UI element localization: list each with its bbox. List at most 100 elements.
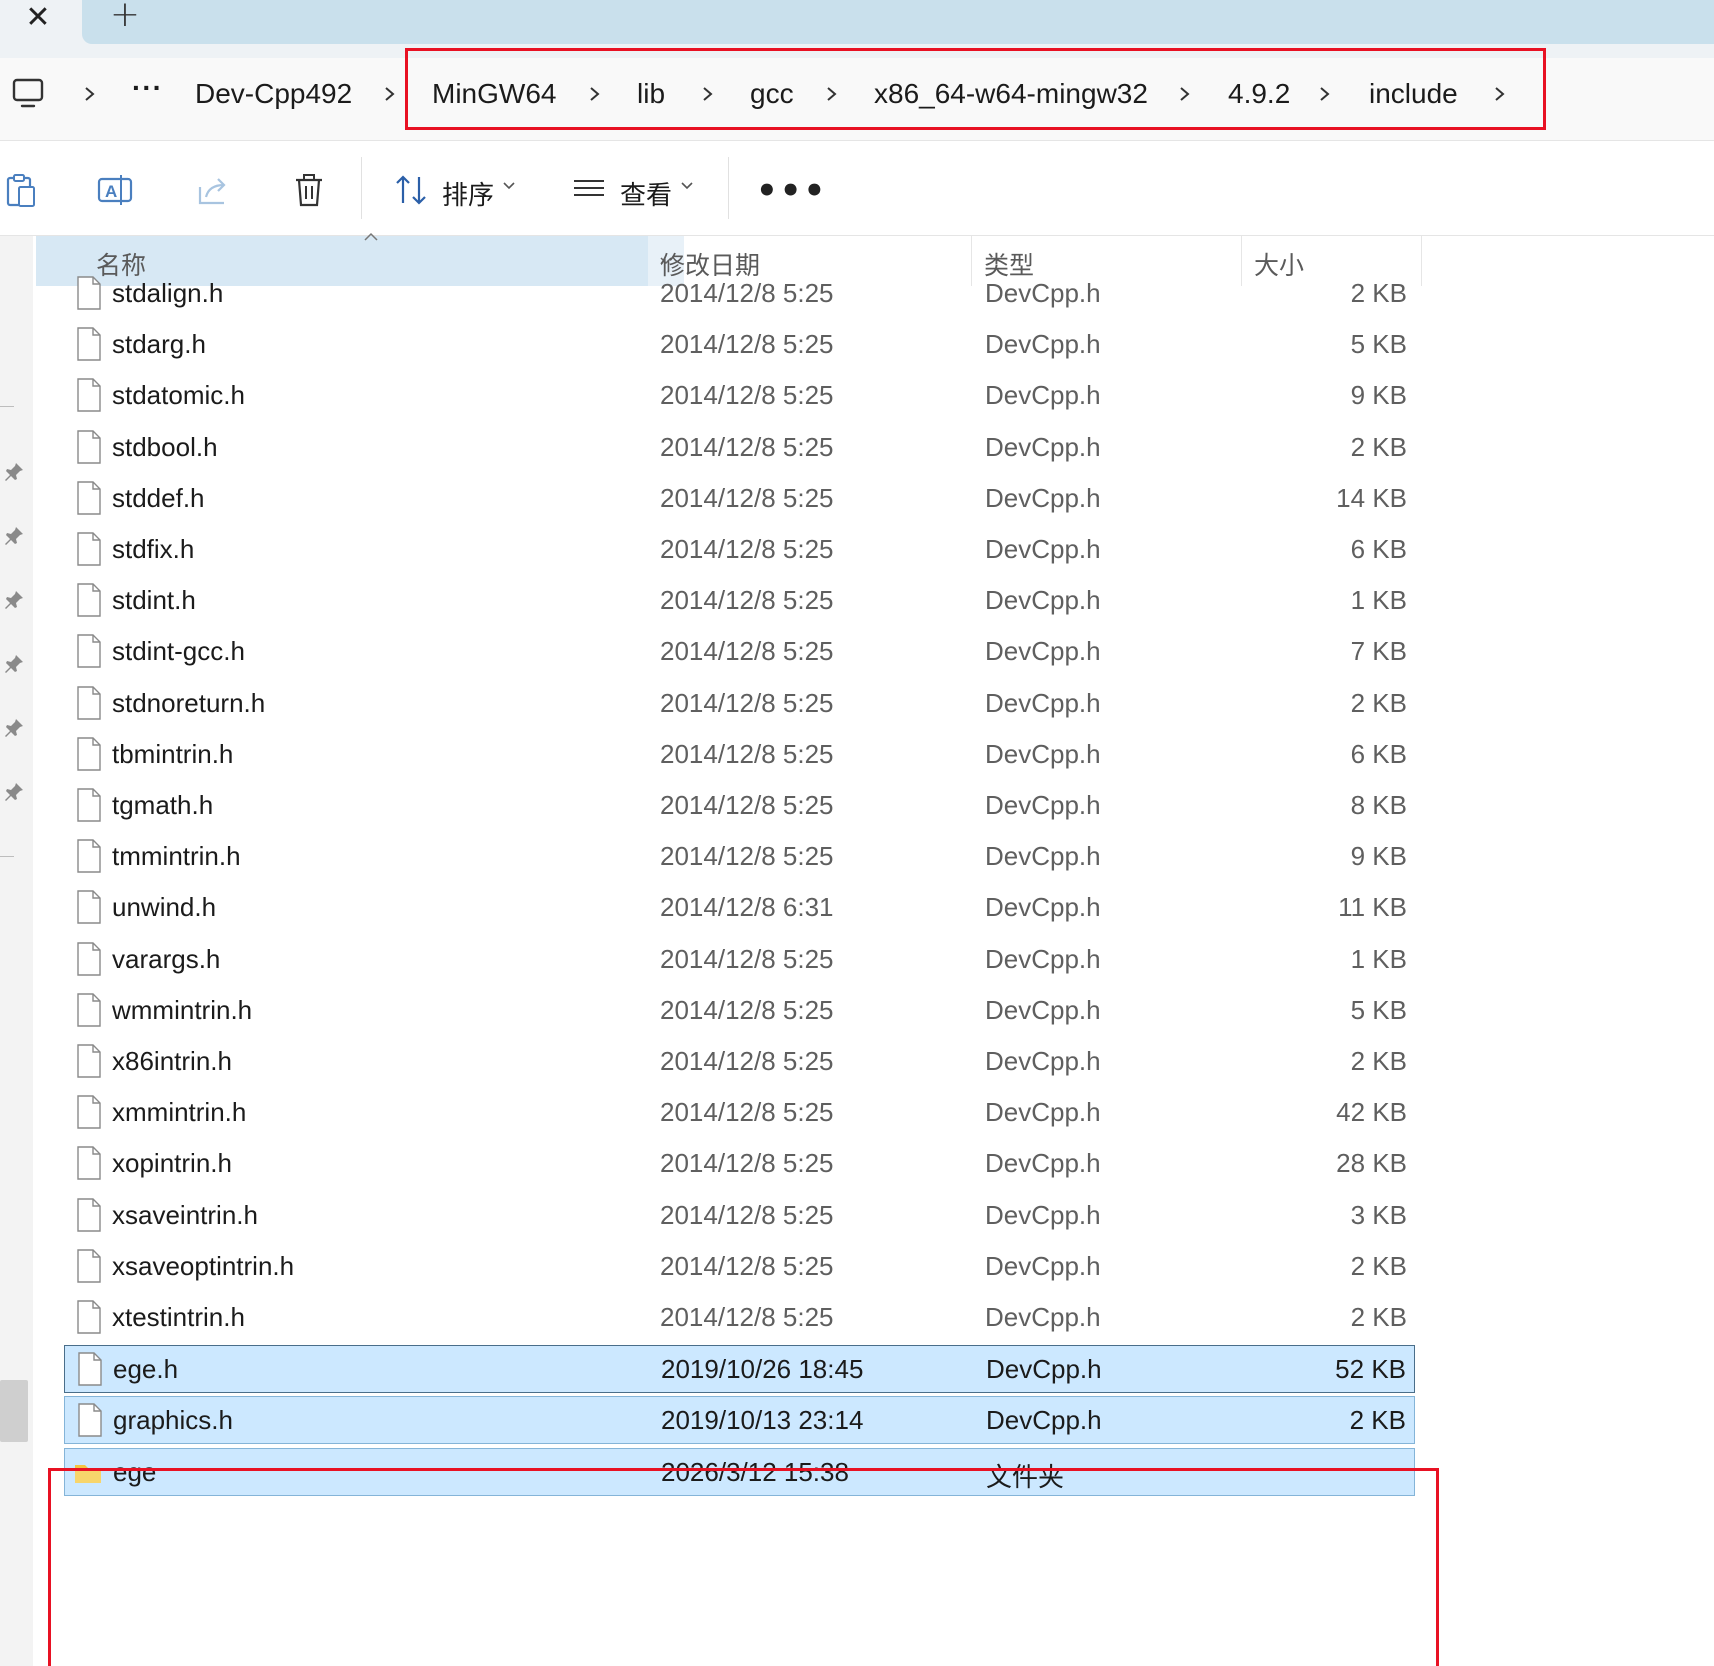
- file-row[interactable]: unwind.h 2014/12/8 6:31 DevCpp.h 11 KB: [64, 884, 1415, 932]
- paste-icon[interactable]: [2, 171, 40, 209]
- delete-icon[interactable]: [290, 171, 328, 209]
- navigation-pane[interactable]: [0, 236, 33, 1666]
- file-row[interactable]: stdarg.h 2014/12/8 5:25 DevCpp.h 5 KB: [64, 321, 1415, 369]
- file-row[interactable]: varargs.h 2014/12/8 5:25 DevCpp.h 1 KB: [64, 936, 1415, 984]
- file-row[interactable]: xsaveintrin.h 2014/12/8 5:25 DevCpp.h 3 …: [64, 1192, 1415, 1240]
- rename-icon[interactable]: A: [96, 171, 134, 209]
- file-row[interactable]: tbmintrin.h 2014/12/8 5:25 DevCpp.h 6 KB: [64, 731, 1415, 779]
- file-name: unwind.h: [112, 892, 217, 922]
- file-row[interactable]: x86intrin.h 2014/12/8 5:25 DevCpp.h 2 KB: [64, 1038, 1415, 1086]
- file-row[interactable]: stdint.h 2014/12/8 5:25 DevCpp.h 1 KB: [64, 577, 1415, 625]
- file-icon: [77, 481, 101, 515]
- file-row[interactable]: xsaveoptintrin.h 2014/12/8 5:25 DevCpp.h…: [64, 1243, 1415, 1291]
- file-name: stdint.h: [112, 585, 196, 615]
- sort-button-label[interactable]: 排序: [442, 175, 494, 212]
- chevron-down-icon[interactable]: [502, 179, 516, 193]
- column-divider[interactable]: [1421, 236, 1422, 286]
- file-size: 6 KB: [1350, 739, 1407, 769]
- file-size: 1 KB: [1350, 585, 1407, 615]
- view-icon[interactable]: [570, 171, 608, 209]
- nav-divider: [0, 856, 14, 857]
- file-size: 7 KB: [1350, 636, 1407, 666]
- file-row[interactable]: graphics.h 2019/10/13 23:14 DevCpp.h 2 K…: [64, 1396, 1415, 1444]
- file-icon: [77, 1044, 101, 1078]
- this-pc-icon[interactable]: [10, 74, 50, 114]
- file-name: stdint-gcc.h: [112, 636, 245, 666]
- chevron-down-icon[interactable]: [680, 179, 694, 193]
- file-size: 8 KB: [1350, 790, 1407, 820]
- pin-icon[interactable]: [2, 460, 26, 484]
- file-size: 2 KB: [1350, 1302, 1407, 1332]
- sort-icon[interactable]: [393, 171, 431, 209]
- close-tab-button[interactable]: ✕: [14, 0, 62, 35]
- file-icon: [77, 1146, 101, 1180]
- chevron-right-icon[interactable]: [80, 80, 100, 108]
- file-type: DevCpp.h: [985, 636, 1101, 666]
- file-type: DevCpp.h: [985, 1302, 1101, 1332]
- file-row[interactable]: stddef.h 2014/12/8 5:25 DevCpp.h 14 KB: [64, 475, 1415, 523]
- file-date: 2014/12/8 5:25: [660, 329, 834, 359]
- file-row[interactable]: stdatomic.h 2014/12/8 5:25 DevCpp.h 9 KB: [64, 372, 1415, 420]
- breadcrumb-overflow[interactable]: ···: [132, 72, 163, 104]
- file-date: 2014/12/8 5:25: [660, 841, 834, 871]
- file-row[interactable]: stdfix.h 2014/12/8 5:25 DevCpp.h 6 KB: [64, 526, 1415, 574]
- file-name: stdalign.h: [112, 278, 224, 308]
- share-icon[interactable]: [194, 171, 232, 209]
- file-size: 9 KB: [1350, 841, 1407, 871]
- file-name: stdarg.h: [112, 329, 206, 359]
- file-date: 2014/12/8 5:25: [660, 944, 834, 974]
- pin-icon[interactable]: [2, 780, 26, 804]
- view-button-label[interactable]: 查看: [620, 175, 672, 212]
- file-type: DevCpp.h: [985, 329, 1101, 359]
- pin-icon[interactable]: [2, 652, 26, 676]
- file-icon: [77, 532, 101, 566]
- command-bar: A 排序 查看 •••: [0, 141, 1714, 236]
- file-icon: [77, 583, 101, 617]
- file-row[interactable]: stdalign.h 2014/12/8 5:25 DevCpp.h 2 KB: [64, 270, 1415, 318]
- nav-scrollbar-thumb[interactable]: [0, 1380, 28, 1442]
- file-row[interactable]: wmmintrin.h 2014/12/8 5:25 DevCpp.h 5 KB: [64, 987, 1415, 1035]
- file-size: 2 KB: [1350, 432, 1407, 462]
- file-name: ege.h: [113, 1354, 179, 1384]
- file-row[interactable]: stdnoreturn.h 2014/12/8 5:25 DevCpp.h 2 …: [64, 680, 1415, 728]
- chevron-right-icon[interactable]: [380, 80, 400, 108]
- file-type: DevCpp.h: [985, 483, 1101, 513]
- file-row[interactable]: xtestintrin.h 2014/12/8 5:25 DevCpp.h 2 …: [64, 1294, 1415, 1342]
- toolbar-separator: [361, 157, 362, 219]
- file-icon: [77, 327, 101, 361]
- file-type: DevCpp.h: [985, 585, 1101, 615]
- file-row[interactable]: stdbool.h 2014/12/8 5:25 DevCpp.h 2 KB: [64, 424, 1415, 472]
- file-type: DevCpp.h: [985, 278, 1101, 308]
- breadcrumb-item-dev-cpp492[interactable]: Dev-Cpp492: [195, 78, 352, 110]
- file-type: DevCpp.h: [985, 534, 1101, 564]
- file-row[interactable]: tmmintrin.h 2014/12/8 5:25 DevCpp.h 9 KB: [64, 833, 1415, 881]
- more-options-button[interactable]: •••: [756, 171, 827, 211]
- file-date: 2014/12/8 5:25: [660, 1097, 834, 1127]
- file-row[interactable]: ege.h 2019/10/26 18:45 DevCpp.h 52 KB: [64, 1345, 1415, 1393]
- file-row[interactable]: xopintrin.h 2014/12/8 5:25 DevCpp.h 28 K…: [64, 1140, 1415, 1188]
- file-size: 11 KB: [1338, 892, 1407, 922]
- file-icon: [77, 993, 101, 1027]
- file-date: 2014/12/8 5:25: [660, 1200, 834, 1230]
- file-type: DevCpp.h: [986, 1354, 1102, 1384]
- file-row[interactable]: xmmintrin.h 2014/12/8 5:25 DevCpp.h 42 K…: [64, 1089, 1415, 1137]
- file-type: DevCpp.h: [985, 944, 1101, 974]
- file-name: xmmintrin.h: [112, 1097, 247, 1127]
- file-name: xopintrin.h: [112, 1148, 232, 1178]
- file-icon: [77, 788, 101, 822]
- svg-text:A: A: [105, 182, 117, 201]
- file-row[interactable]: tgmath.h 2014/12/8 5:25 DevCpp.h 8 KB: [64, 782, 1415, 830]
- file-icon: [77, 1198, 101, 1232]
- pin-icon[interactable]: [2, 716, 26, 740]
- breadcrumb-highlight-box: [405, 48, 1546, 130]
- pin-icon[interactable]: [2, 588, 26, 612]
- file-type: DevCpp.h: [985, 841, 1101, 871]
- pin-icon[interactable]: [2, 524, 26, 548]
- close-icon: ✕: [25, 0, 51, 35]
- file-row[interactable]: stdint-gcc.h 2014/12/8 5:25 DevCpp.h 7 K…: [64, 628, 1415, 676]
- file-icon: [77, 686, 101, 720]
- file-icon: [77, 1300, 101, 1334]
- file-type: DevCpp.h: [985, 790, 1101, 820]
- file-type: DevCpp.h: [985, 1251, 1101, 1281]
- new-tab-button[interactable]: +: [100, 0, 150, 35]
